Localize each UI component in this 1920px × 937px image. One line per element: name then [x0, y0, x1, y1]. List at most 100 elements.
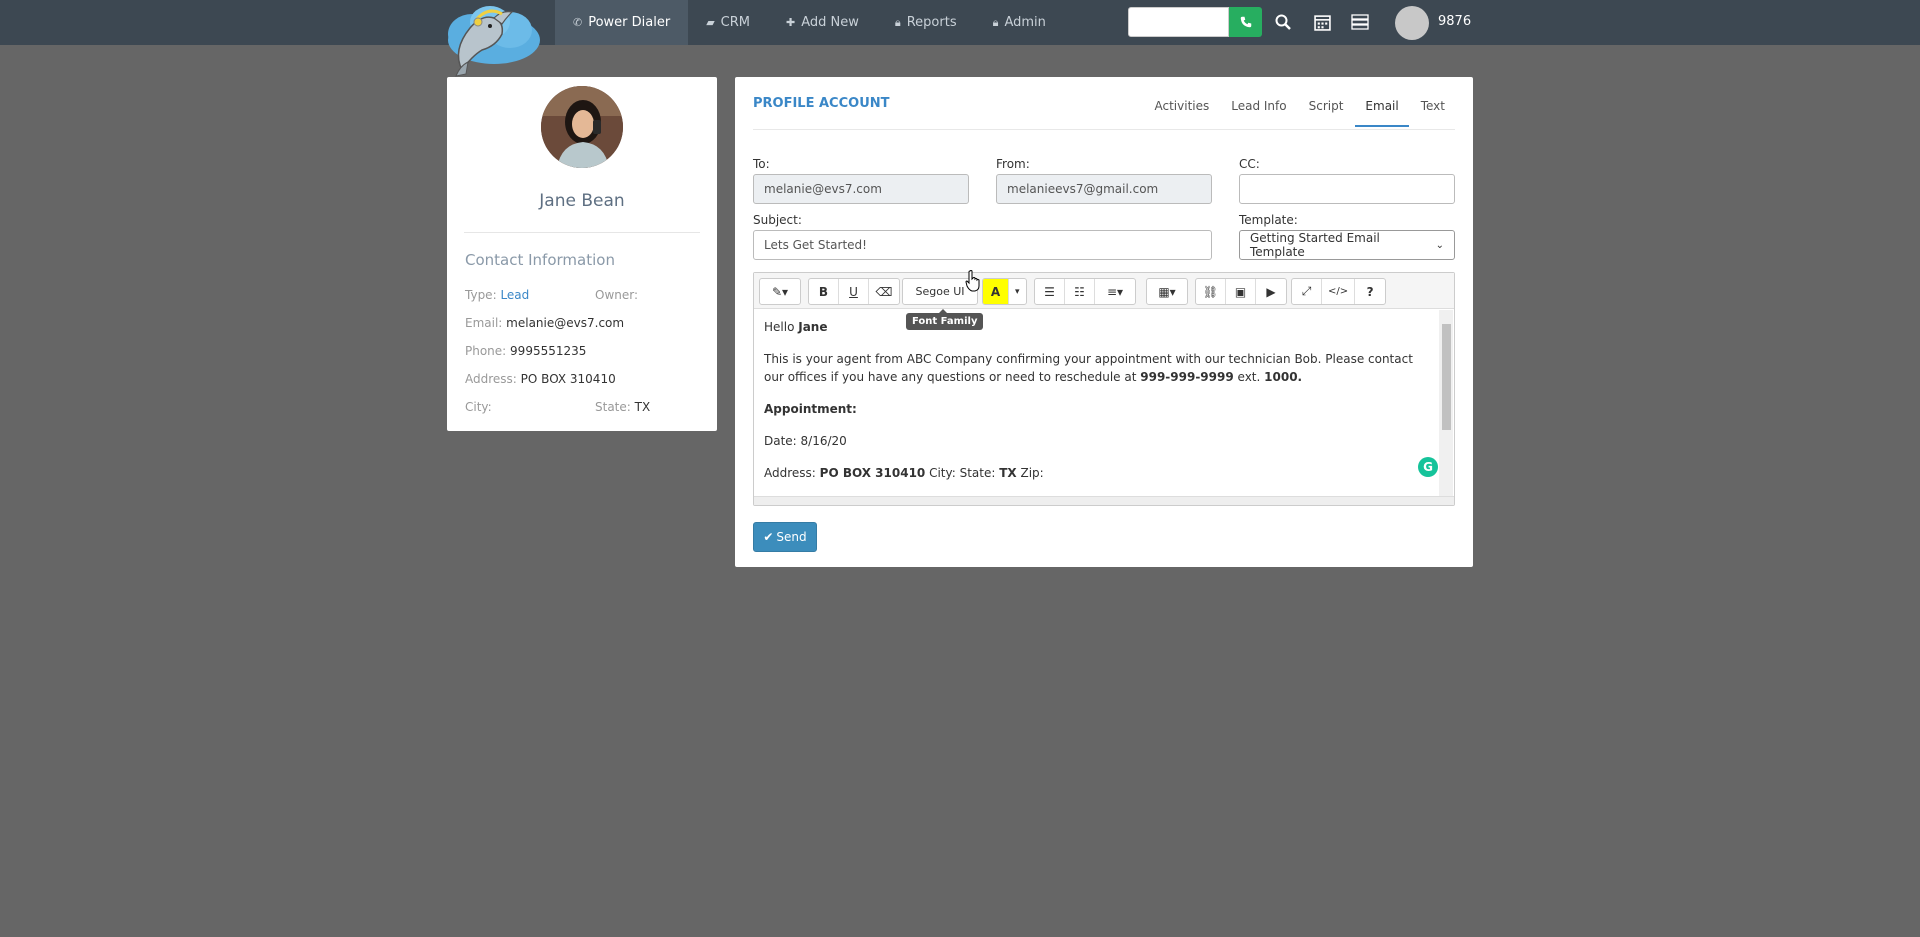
owner-row: Owner: — [595, 288, 638, 302]
tab-activities[interactable]: Activities — [1145, 99, 1220, 127]
from-label: From: — [996, 157, 1030, 171]
align-icon[interactable]: ≡▾ — [1095, 279, 1135, 304]
nav-admin[interactable]: 🔒︎ Admin — [975, 0, 1064, 45]
lock-icon: 🔒︎ — [894, 15, 901, 29]
state-row: State: TX — [595, 400, 650, 414]
address-line: Address: PO BOX 310410 City: State: TX Z… — [764, 466, 1044, 480]
plus-icon: ✚ — [786, 16, 796, 29]
phone-icon: ✆ — [573, 16, 583, 29]
table-icon[interactable]: ▦▾ — [1147, 279, 1187, 304]
nav-label: Add New — [801, 15, 859, 30]
city-label: City: — [465, 400, 492, 414]
help-icon[interactable]: ? — [1355, 279, 1385, 304]
profile-photo — [541, 86, 623, 168]
tab-lead-info[interactable]: Lead Info — [1221, 99, 1296, 127]
phone-row: Phone: 9995551235 — [465, 344, 586, 358]
nav-crm[interactable]: ▰ CRM — [688, 0, 768, 45]
editor-scrollbar[interactable] — [1439, 310, 1453, 496]
text-color-icon[interactable]: A — [983, 279, 1009, 304]
eraser-icon[interactable]: ⌫ — [869, 279, 899, 304]
check-icon: ✔ — [763, 530, 774, 544]
to-field[interactable]: melanie@evs7.com — [753, 174, 969, 204]
address-label: Address: — [465, 372, 517, 386]
owner-label: Owner: — [595, 288, 639, 302]
user-extension: 9876 — [1438, 14, 1472, 29]
template-label: Template: — [1239, 213, 1298, 227]
divider — [464, 232, 700, 233]
phone-value: 9995551235 — [510, 344, 587, 358]
paragraph: This is your agent from ABC Company conf… — [764, 352, 1413, 384]
bold-button[interactable]: B — [809, 279, 839, 304]
nav-label: Admin — [1004, 15, 1046, 30]
editor-resize-handle[interactable] — [754, 496, 1454, 505]
editor-body[interactable]: Hello Jane This is your agent from ABC C… — [754, 310, 1438, 496]
insert-group: ⛓ ▣ ▶ — [1195, 278, 1287, 305]
rich-text-editor: ✎▾ B U ⌫ Segoe UI A ▾ ☰ ☷ ≡▾ ▦▾ ⛓ ▣ ▶ ⤢ … — [753, 272, 1455, 506]
editor-toolbar: ✎▾ B U ⌫ Segoe UI A ▾ ☰ ☷ ≡▾ ▦▾ ⛓ ▣ ▶ ⤢ … — [754, 273, 1454, 309]
email-label: Email: — [465, 316, 503, 330]
card-title: PROFILE ACCOUNT — [753, 96, 890, 111]
type-value[interactable]: Lead — [500, 288, 529, 302]
caret-down-icon[interactable]: ▾ — [1009, 279, 1026, 304]
from-field[interactable]: melanieevs7@gmail.com — [996, 174, 1212, 204]
lock-icon: 🔒︎ — [992, 15, 999, 29]
fullscreen-icon[interactable]: ⤢ — [1292, 279, 1322, 304]
font-value: Segoe UI — [915, 285, 965, 298]
book-icon: ▰ — [706, 16, 715, 29]
hand-cursor-icon — [965, 270, 980, 292]
tab-email[interactable]: Email — [1355, 99, 1409, 127]
image-icon[interactable]: ▣ — [1226, 279, 1256, 304]
bullet-list-icon[interactable]: ☰ — [1035, 279, 1065, 304]
cc-label: CC: — [1239, 157, 1260, 171]
dial-number-input[interactable] — [1128, 7, 1229, 37]
scroll-thumb[interactable] — [1442, 324, 1451, 430]
tab-text[interactable]: Text — [1411, 99, 1455, 127]
profile-tabs: Activities Lead Info Script Email Text — [1143, 99, 1456, 127]
grammarly-icon[interactable]: G — [1418, 457, 1438, 477]
dolphin-logo[interactable] — [432, 0, 544, 82]
subject-label: Subject: — [753, 213, 802, 227]
date-line: Date: 8/16/20 — [764, 434, 847, 448]
search-icon[interactable] — [1271, 10, 1295, 34]
underline-button[interactable]: U — [839, 279, 869, 304]
nav-label: CRM — [720, 15, 750, 30]
link-icon[interactable]: ⛓ — [1196, 279, 1226, 304]
nav-reports[interactable]: 🔒︎ Reports — [877, 0, 975, 45]
tab-script[interactable]: Script — [1299, 99, 1354, 127]
template-selected: Getting Started Email Template — [1250, 231, 1380, 259]
greeting-line: Hello Jane — [764, 320, 828, 334]
nav-add-new[interactable]: ✚ Add New — [768, 0, 877, 45]
list-group: ☰ ☷ ≡▾ — [1034, 278, 1136, 305]
color-group: A ▾ — [982, 278, 1027, 305]
calendar-icon[interactable] — [1310, 10, 1334, 34]
appointment-heading: Appointment: — [764, 402, 857, 416]
style-group: ✎▾ — [759, 278, 801, 305]
nav-power-dialer[interactable]: ✆ Power Dialer — [555, 0, 689, 45]
phone-label: Phone: — [465, 344, 507, 358]
code-view-icon[interactable]: </> — [1322, 279, 1356, 304]
contact-info-heading: Contact Information — [465, 251, 615, 269]
main-nav: ✆ Power Dialer ▰ CRM ✚ Add New 🔒︎ Report… — [555, 0, 1064, 45]
video-icon[interactable]: ▶ — [1256, 279, 1286, 304]
nav-label: Power Dialer — [588, 15, 671, 30]
numbered-list-icon[interactable]: ☷ — [1065, 279, 1095, 304]
subject-field[interactable]: Lets Get Started! — [753, 230, 1212, 260]
city-row: City: — [465, 400, 492, 414]
user-avatar[interactable] — [1395, 6, 1429, 40]
dial-call-button[interactable] — [1229, 7, 1262, 37]
state-label: State: — [595, 400, 631, 414]
address-row: Address: PO BOX 310410 — [465, 372, 616, 386]
send-label: Send — [776, 530, 807, 544]
template-select[interactable]: Getting Started Email Template ⌄ — [1239, 230, 1455, 260]
magic-style-icon[interactable]: ✎▾ — [760, 279, 800, 304]
email-value: melanie@evs7.com — [506, 316, 625, 330]
profile-card: Jane Bean Contact Information Type: Lead… — [447, 77, 717, 431]
divider — [753, 129, 1455, 130]
server-list-icon[interactable] — [1348, 10, 1372, 34]
cc-field[interactable] — [1239, 174, 1455, 204]
email-card: PROFILE ACCOUNT Activities Lead Info Scr… — [735, 77, 1473, 567]
view-group: ⤢ </> ? — [1291, 278, 1387, 305]
profile-name: Jane Bean — [539, 191, 625, 211]
send-button[interactable]: ✔ Send — [753, 522, 817, 552]
table-group: ▦▾ — [1146, 278, 1188, 305]
